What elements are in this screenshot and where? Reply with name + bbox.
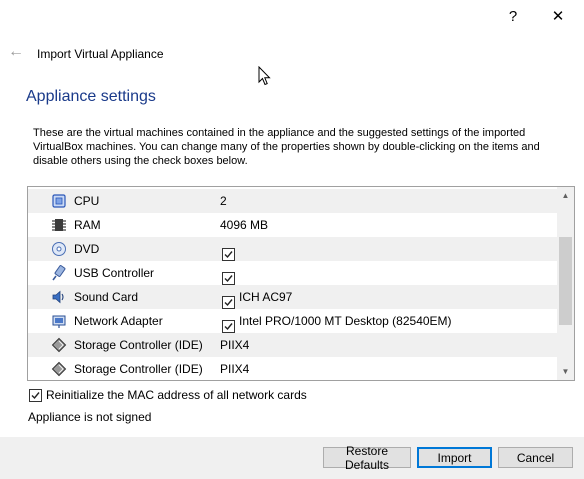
sound-card-icon: [51, 289, 67, 305]
settings-row-name: RAM: [74, 218, 101, 232]
wizard-header: ← Import Virtual Appliance: [0, 40, 584, 70]
ram-icon: [51, 217, 67, 233]
settings-row-value: Intel PRO/1000 MT Desktop (82540EM): [239, 314, 452, 328]
dialog-footer: Restore Defaults Import Cancel: [0, 437, 584, 479]
settings-row-network-adapter[interactable]: Network Adapter Intel PRO/1000 MT Deskto…: [28, 309, 557, 333]
settings-row-usb-controller[interactable]: USB Controller: [28, 261, 557, 285]
settings-row-storage-controller[interactable]: Storage Controller (IDE) PIIX4: [28, 333, 557, 357]
storage-controller-icon: [51, 337, 67, 353]
back-button[interactable]: ←: [6, 43, 26, 61]
close-icon: ✕: [551, 8, 565, 25]
settings-row-name: Storage Controller (IDE): [74, 338, 203, 352]
page-heading: Appliance settings: [26, 88, 156, 105]
settings-row-cpu[interactable]: CPU 2: [28, 189, 557, 213]
network-adapter-checkbox[interactable]: [222, 319, 235, 333]
settings-row-name: USB Controller: [74, 266, 155, 280]
scroll-down-button[interactable]: ▼: [557, 363, 574, 380]
usb-icon: [51, 265, 67, 281]
settings-row-value: PIIX4: [220, 362, 250, 376]
settings-row-name: CPU: [74, 194, 100, 208]
restore-defaults-button[interactable]: Restore Defaults: [323, 444, 411, 472]
reinit-mac-label: Reinitialize the MAC address of all netw…: [46, 388, 307, 402]
vertical-scrollbar[interactable]: ▲ ▼: [557, 187, 574, 380]
storage-controller-icon: [51, 361, 67, 377]
settings-row-value: ICH AC97: [239, 290, 293, 304]
signature-status: Appliance is not signed: [28, 410, 152, 424]
mouse-cursor-icon: [258, 66, 271, 86]
reinit-mac-checkbox[interactable]: [29, 388, 42, 402]
settings-row-storage-controller[interactable]: Storage Controller (IDE) PIIX4: [28, 357, 557, 380]
settings-row-value: 4096 MB: [220, 218, 269, 232]
settings-row-value: PIIX4: [220, 338, 250, 352]
dvd-icon: [51, 241, 67, 257]
settings-row-name: Network Adapter: [74, 314, 163, 328]
close-button[interactable]: ✕: [543, 3, 573, 29]
settings-row-name: DVD: [74, 242, 100, 256]
title-bar: ? ✕: [0, 0, 584, 32]
settings-row-name: Sound Card: [74, 290, 139, 304]
window-title: Import Virtual Appliance: [37, 47, 164, 61]
network-adapter-icon: [51, 313, 67, 329]
chevron-up-icon: ▲: [561, 191, 570, 200]
scrollbar-thumb[interactable]: [559, 237, 572, 325]
scroll-up-button[interactable]: ▲: [557, 187, 574, 204]
settings-rows: CPU 2 RAM 4096 MB DVD USB Controller Sou…: [28, 187, 557, 380]
page-description: These are the virtual machines contained…: [33, 127, 540, 167]
help-icon: ?: [508, 7, 518, 25]
usb-controller-checkbox[interactable]: [222, 271, 235, 285]
back-arrow-icon: ←: [8, 43, 24, 60]
cpu-icon: [51, 193, 67, 209]
sound-card-checkbox[interactable]: [222, 295, 235, 309]
appliance-settings-tree[interactable]: CPU 2 RAM 4096 MB DVD USB Controller Sou…: [27, 186, 575, 381]
reinit-mac-option[interactable]: Reinitialize the MAC address of all netw…: [29, 388, 307, 402]
help-button[interactable]: ?: [498, 3, 528, 29]
settings-row-dvd[interactable]: DVD: [28, 237, 557, 261]
dvd-checkbox[interactable]: [222, 247, 235, 261]
settings-row-name: Storage Controller (IDE): [74, 362, 203, 376]
chevron-down-icon: ▼: [561, 367, 570, 376]
settings-row-value: 2: [220, 194, 227, 208]
settings-row-ram[interactable]: RAM 4096 MB: [28, 213, 557, 237]
cancel-button[interactable]: Cancel: [498, 447, 573, 468]
import-button[interactable]: Import: [417, 447, 492, 468]
settings-row-sound-card[interactable]: Sound Card ICH AC97: [28, 285, 557, 309]
